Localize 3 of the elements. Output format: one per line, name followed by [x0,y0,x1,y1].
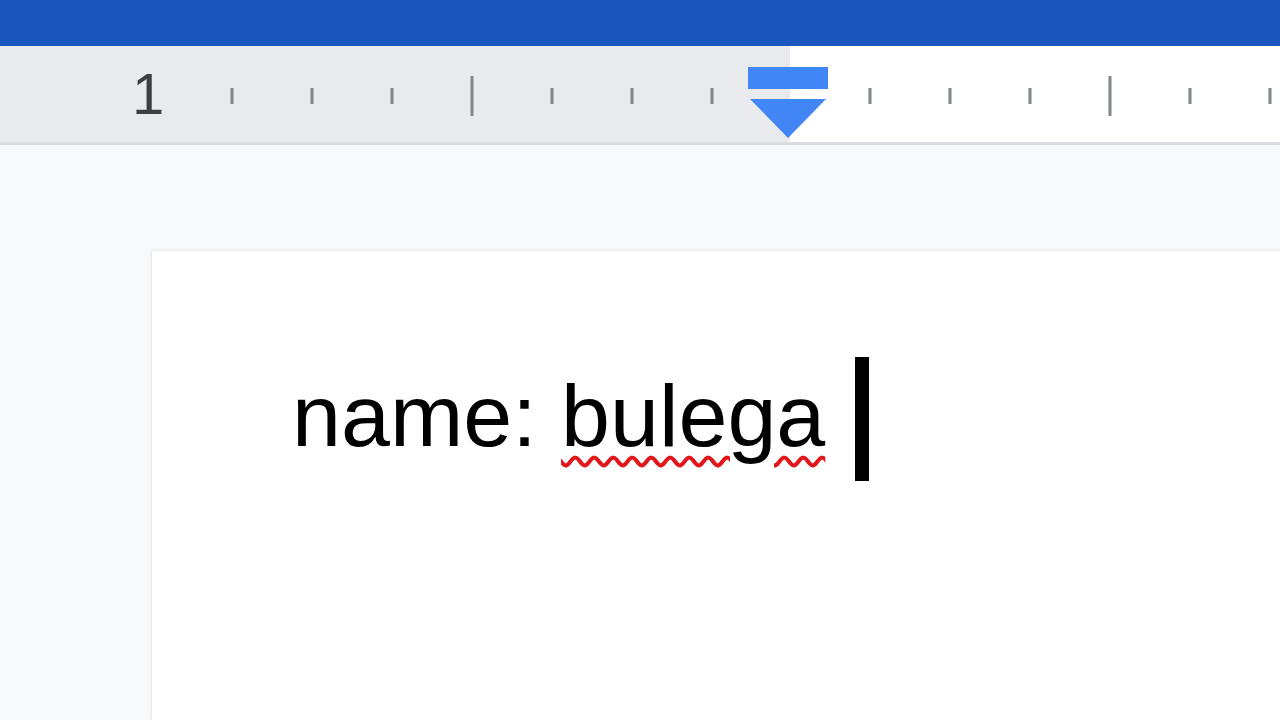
document-text: name: bulega [292,365,826,468]
ruler-number: 1 [132,65,165,123]
indent-marker-icon[interactable] [748,67,828,138]
